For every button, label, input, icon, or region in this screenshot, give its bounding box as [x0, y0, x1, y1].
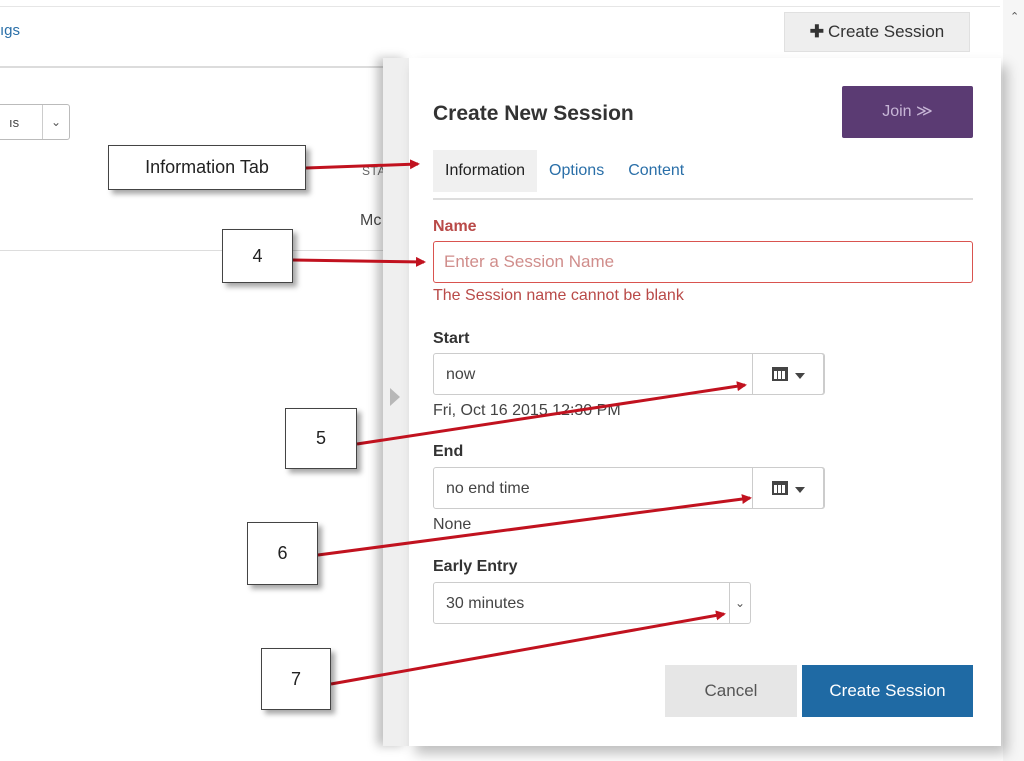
callout-information-tab: Information Tab: [108, 145, 306, 190]
end-value: no end time: [446, 480, 530, 497]
name-label: Name: [433, 218, 477, 235]
settings-link[interactable]: ıgs: [0, 22, 20, 39]
callout-6: 6: [247, 522, 318, 585]
early-entry-label: Early Entry: [433, 558, 518, 575]
create-session-button[interactable]: Create Session: [802, 665, 973, 717]
chevron-down-icon: ⌄: [729, 583, 750, 623]
plus-icon: ✚: [809, 22, 824, 41]
start-label: Start: [433, 330, 470, 347]
end-calendar-button[interactable]: [752, 467, 824, 509]
filter-select[interactable]: ıs ⌄: [0, 104, 70, 140]
end-field[interactable]: no end time: [433, 467, 825, 509]
create-session-label-bg: Create Session: [828, 22, 945, 41]
caret-down-icon: [795, 373, 805, 379]
start-resolved-time: Fri, Oct 16 2015 12:30 PM: [433, 402, 621, 419]
callout-5: 5: [285, 408, 357, 469]
caret-down-icon: [795, 487, 805, 493]
scroll-up-icon[interactable]: ⌃: [1010, 10, 1019, 23]
tab-content[interactable]: Content: [616, 150, 696, 192]
chevron-down-icon: ⌄: [42, 105, 69, 139]
create-session-panel: Create New Session Join ≫ Information Op…: [409, 58, 1001, 746]
early-entry-value: 30 minutes: [446, 595, 525, 612]
start-value: now: [446, 366, 476, 383]
end-resolved-time: None: [433, 516, 472, 533]
caret-right-icon[interactable]: [390, 388, 400, 406]
name-error-message: The Session name cannot be blank: [433, 287, 684, 304]
start-field[interactable]: now: [433, 353, 825, 395]
calendar-icon: [772, 367, 788, 381]
tab-divider: [433, 198, 973, 200]
early-entry-select[interactable]: 30 minutes ⌄: [433, 582, 751, 624]
header-divider: [0, 66, 390, 68]
filter-select-value: ıs: [9, 115, 20, 130]
calendar-icon: [772, 481, 788, 495]
row-divider: [0, 250, 390, 251]
start-calendar-button[interactable]: [752, 353, 824, 395]
tab-bar: Information Options Content: [433, 150, 696, 192]
row-cell: Mc: [360, 212, 382, 229]
session-name-input[interactable]: [433, 241, 973, 283]
scrollbar[interactable]: [1003, 0, 1024, 761]
cancel-button[interactable]: Cancel: [665, 665, 797, 717]
tab-information[interactable]: Information: [433, 150, 538, 192]
panel-title: Create New Session: [433, 102, 634, 125]
create-session-button-bg[interactable]: ✚ Create Session: [784, 12, 970, 52]
panel-collapse-gutter[interactable]: [383, 58, 409, 746]
callout-7: 7: [261, 648, 331, 710]
top-divider: [0, 6, 1000, 7]
tab-options[interactable]: Options: [537, 150, 616, 192]
join-button[interactable]: Join ≫: [842, 86, 973, 138]
end-label: End: [433, 443, 464, 460]
callout-4: 4: [222, 229, 293, 283]
